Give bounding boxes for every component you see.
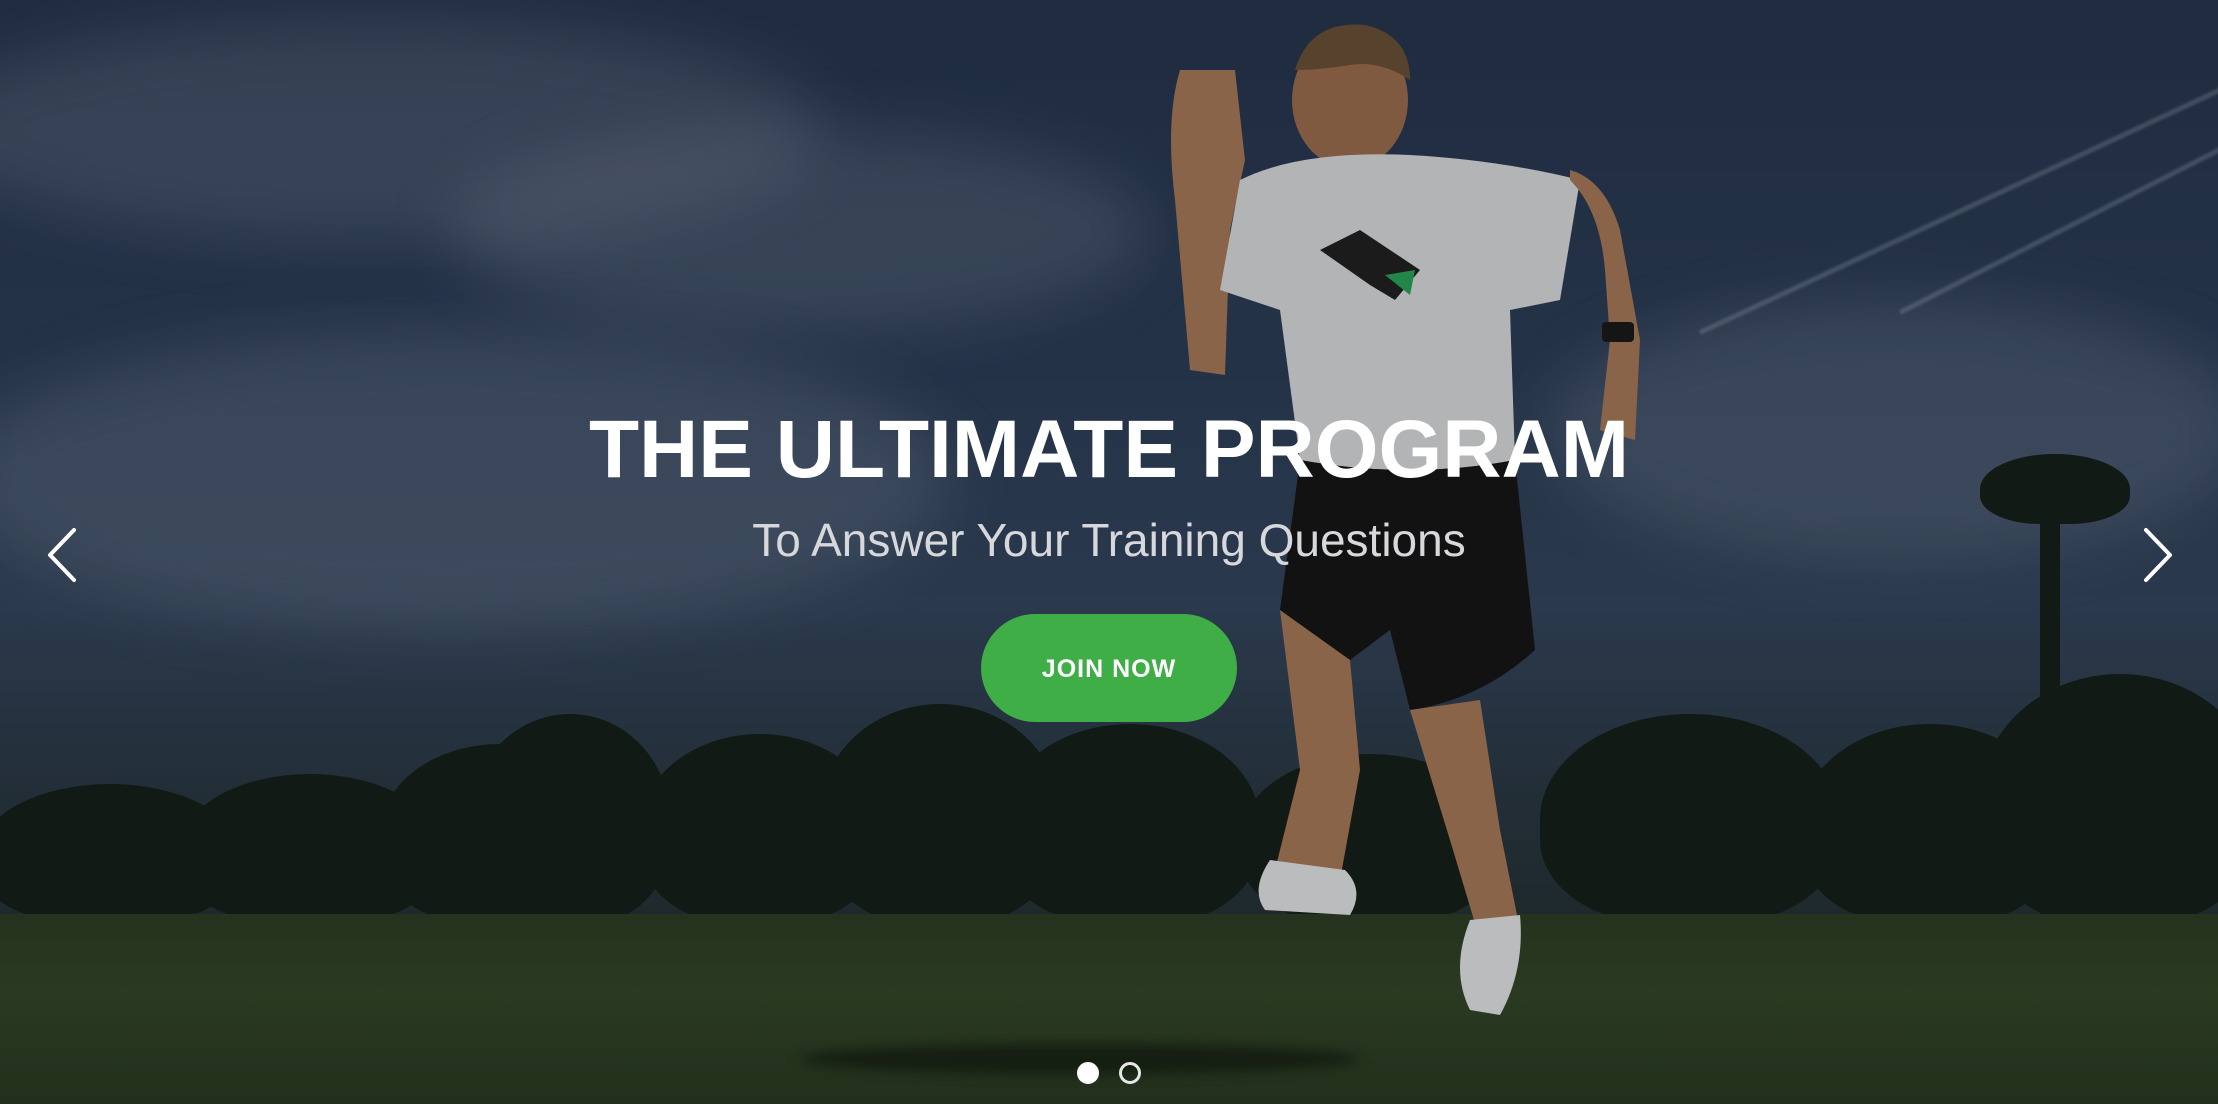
hero-slider: THE ULTIMATE PROGRAM To Answer Your Trai…: [0, 0, 2218, 1104]
slide-pagination: [0, 1062, 2218, 1084]
chevron-right-icon: [2144, 528, 2172, 582]
slide-dot-2[interactable]: [1119, 1062, 1141, 1084]
hero-title: THE ULTIMATE PROGRAM: [588, 404, 1630, 495]
join-now-button[interactable]: JOIN NOW: [981, 614, 1237, 722]
prev-slide-button[interactable]: [32, 520, 92, 590]
hero-subtitle: To Answer Your Training Questions: [752, 514, 1466, 566]
hero-content: THE ULTIMATE PROGRAM To Answer Your Trai…: [0, 402, 2218, 722]
chevron-left-icon: [48, 528, 76, 582]
next-slide-button[interactable]: [2128, 520, 2188, 590]
slide-dot-1[interactable]: [1077, 1062, 1099, 1084]
